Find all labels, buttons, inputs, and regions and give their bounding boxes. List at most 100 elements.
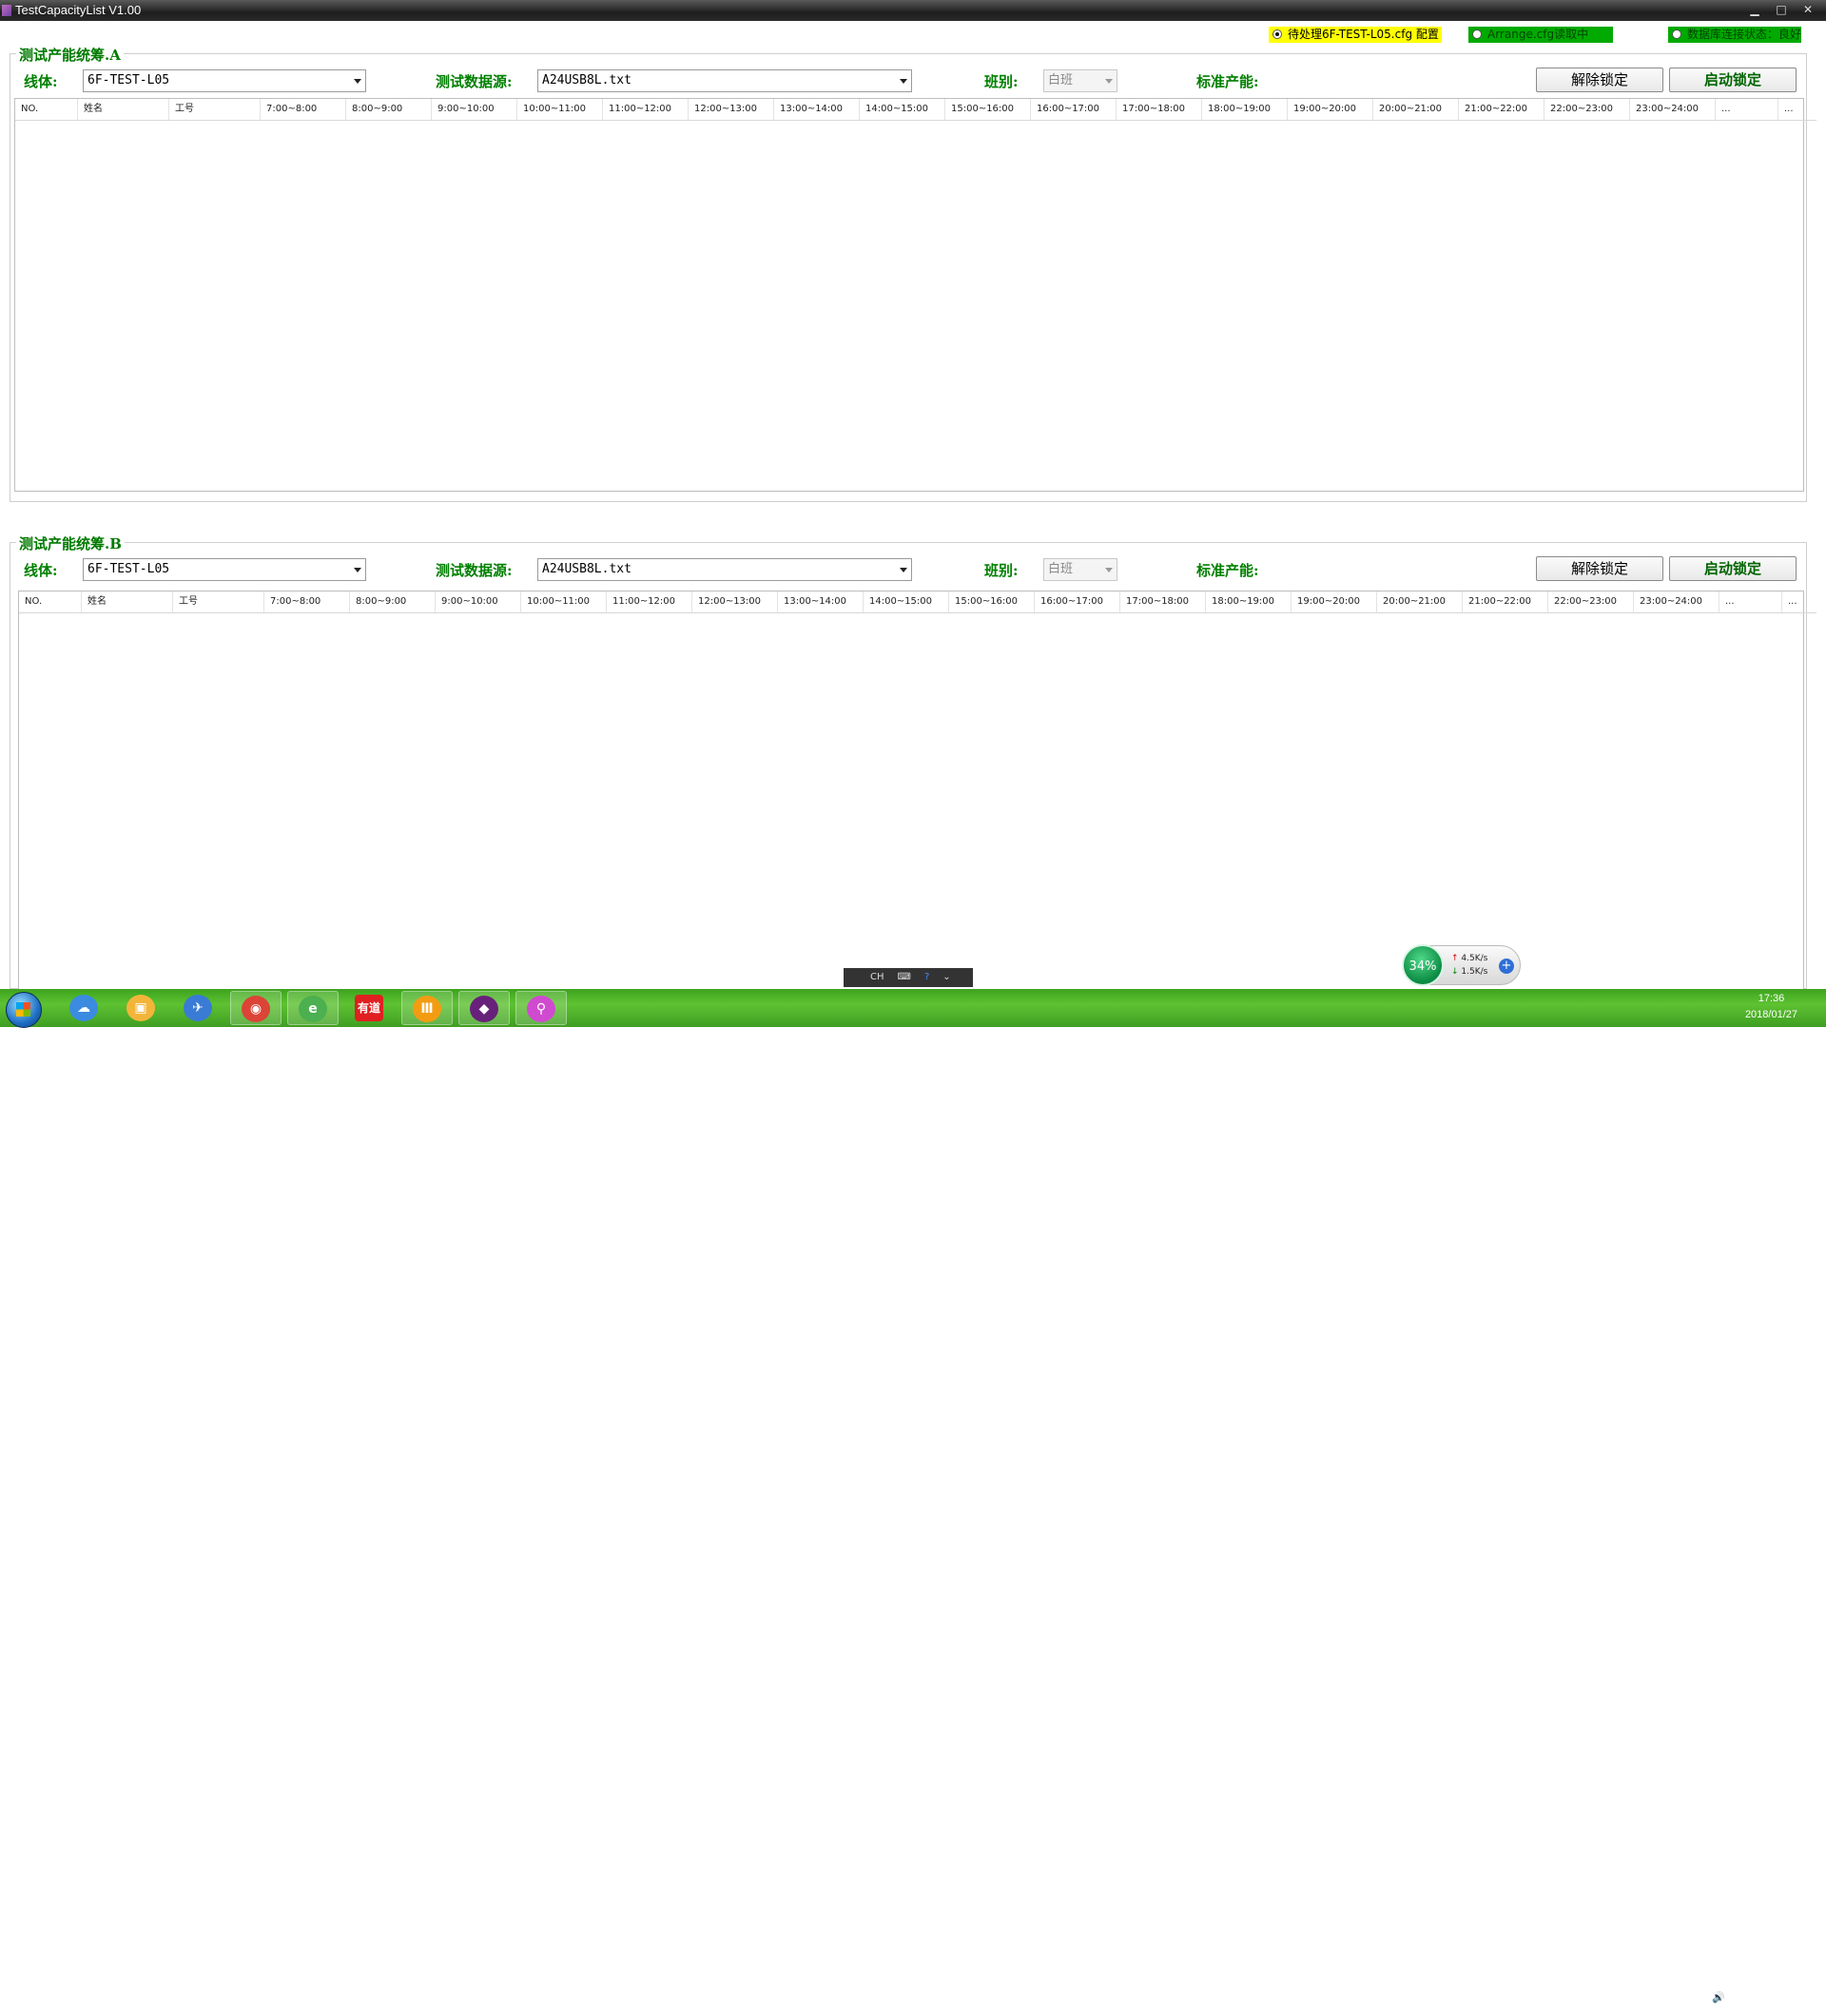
shift-select[interactable]: 白班 xyxy=(1043,69,1117,92)
column-header[interactable]: 21:00~22:00 xyxy=(1459,99,1544,120)
column-header[interactable]: 7:00~8:00 xyxy=(261,99,346,120)
column-header[interactable]: 10:00~11:00 xyxy=(517,99,603,120)
column-header[interactable]: 姓名 xyxy=(82,591,173,612)
column-header[interactable]: 9:00~10:00 xyxy=(432,99,517,120)
column-header[interactable]: ... xyxy=(1782,591,1816,612)
column-header[interactable]: 姓名 xyxy=(78,99,169,120)
capacity-table-a[interactable]: NO. 姓名 工号 7:00~8:00 8:00~9:00 9:00~10:00… xyxy=(14,98,1816,492)
column-header[interactable]: 13:00~14:00 xyxy=(778,591,864,612)
column-header[interactable]: 9:00~10:00 xyxy=(436,591,521,612)
panel-b: 测试产能统筹.B 线体: 6F-TEST-L05 测试数据源: A24USB8L… xyxy=(10,533,1816,990)
clock[interactable]: 17:36 2018/01/27 xyxy=(1745,991,1797,1023)
close-button[interactable]: ✕ xyxy=(1797,2,1818,17)
column-header[interactable]: 11:00~12:00 xyxy=(603,99,689,120)
radio-indicator-icon xyxy=(1272,29,1282,39)
column-header[interactable]: NO. xyxy=(19,591,82,612)
chevron-down-icon xyxy=(900,568,907,572)
capacity-table-b[interactable]: NO. 姓名 工号 7:00~8:00 8:00~9:00 9:00~10:00… xyxy=(18,591,1816,990)
taskbar-app[interactable]: ☁ xyxy=(59,991,110,1025)
chevron-down-icon xyxy=(1105,568,1113,572)
taskbar-app[interactable]: ⚲ xyxy=(515,991,567,1025)
tray-icon[interactable]: ▲ xyxy=(1529,1991,1543,2005)
column-header[interactable]: 15:00~16:00 xyxy=(949,591,1035,612)
column-header[interactable]: 17:00~18:00 xyxy=(1120,591,1206,612)
maximize-button[interactable]: □ xyxy=(1771,2,1792,17)
lock-button[interactable]: 启动锁定 xyxy=(1669,68,1797,92)
start-button[interactable] xyxy=(6,992,42,1028)
column-header[interactable]: 20:00~21:00 xyxy=(1373,99,1459,120)
column-header[interactable]: 16:00~17:00 xyxy=(1031,99,1117,120)
column-header[interactable]: 22:00~23:00 xyxy=(1544,99,1630,120)
column-header[interactable]: 16:00~17:00 xyxy=(1035,591,1120,612)
column-header[interactable]: 8:00~9:00 xyxy=(350,591,436,612)
column-header[interactable]: 12:00~13:00 xyxy=(692,591,778,612)
network-monitor-widget[interactable]: 34% 4.5K/s 1.5K/s + xyxy=(1402,944,1521,986)
unlock-button[interactable]: 解除锁定 xyxy=(1536,68,1663,92)
memory-usage-percent[interactable]: 34% xyxy=(1402,944,1444,986)
taskbar-app[interactable]: 有道 xyxy=(344,991,396,1025)
column-header[interactable]: 12:00~13:00 xyxy=(689,99,774,120)
system-tray: ▲ ● 🌡 ● ⛨ ▦ ★ ▭ 🔊 xyxy=(1512,1978,1826,2016)
column-header[interactable]: 23:00~24:00 xyxy=(1634,591,1719,612)
tray-icon[interactable]: ▭ xyxy=(1689,1991,1702,2005)
shift-select[interactable]: 白班 xyxy=(1043,558,1117,581)
tray-icon[interactable]: ● xyxy=(1552,1991,1565,2005)
column-header[interactable]: 23:00~24:00 xyxy=(1630,99,1716,120)
column-header[interactable]: 工号 xyxy=(169,99,261,120)
column-header[interactable]: 工号 xyxy=(173,591,264,612)
minimize-button[interactable]: ▁ xyxy=(1744,2,1765,17)
plus-icon[interactable]: + xyxy=(1499,959,1514,974)
status-arrange-label: Arrange.cfg读取中 xyxy=(1487,28,1589,41)
status-database-label: 数据库连接状态：良好 xyxy=(1687,28,1801,41)
taskbar-app[interactable]: e xyxy=(287,991,339,1025)
tray-icon[interactable]: 🌡 xyxy=(1575,1991,1588,2005)
unlock-button[interactable]: 解除锁定 xyxy=(1536,556,1663,581)
column-header[interactable]: 15:00~16:00 xyxy=(945,99,1031,120)
tray-icon[interactable]: ⛨ xyxy=(1621,1991,1634,2005)
column-header[interactable]: 19:00~20:00 xyxy=(1288,99,1373,120)
help-icon[interactable]: ? xyxy=(924,968,929,987)
column-header[interactable]: ... xyxy=(1719,591,1782,612)
column-header[interactable]: ... xyxy=(1716,99,1778,120)
source-select[interactable]: A24USB8L.txt xyxy=(537,69,912,92)
line-select[interactable]: 6F-TEST-L05 xyxy=(83,69,366,92)
tray-icon[interactable]: ▦ xyxy=(1643,1991,1657,2005)
tray-icon[interactable]: 🔊 xyxy=(1712,1991,1725,2005)
column-header[interactable]: 22:00~23:00 xyxy=(1548,591,1634,612)
column-header[interactable]: ... xyxy=(1778,99,1816,120)
shift-select-value: 白班 xyxy=(1048,73,1074,87)
column-header[interactable]: 17:00~18:00 xyxy=(1117,99,1202,120)
taskbar-app[interactable]: ◉ xyxy=(230,991,282,1025)
input-method-bar[interactable]: CH ⌨ ? ⌄ xyxy=(844,968,973,987)
line-select-value: 6F-TEST-L05 xyxy=(87,73,170,87)
lock-button[interactable]: 启动锁定 xyxy=(1669,556,1797,581)
column-header[interactable]: 14:00~15:00 xyxy=(864,591,949,612)
column-header[interactable]: 11:00~12:00 xyxy=(607,591,692,612)
ime-language-toggle[interactable]: CH xyxy=(870,968,884,987)
status-config: 待处理6F-TEST-L05.cfg 配置 xyxy=(1269,27,1442,43)
column-header[interactable]: 19:00~20:00 xyxy=(1292,591,1377,612)
column-header[interactable]: 8:00~9:00 xyxy=(346,99,432,120)
taskbar-app[interactable]: ✈ xyxy=(173,991,224,1025)
column-header[interactable]: 7:00~8:00 xyxy=(264,591,350,612)
taskbar-app[interactable]: ◆ xyxy=(458,991,510,1025)
panel-b-title: 测试产能统筹.B xyxy=(16,533,125,553)
column-header[interactable]: NO. xyxy=(15,99,78,120)
source-select[interactable]: A24USB8L.txt xyxy=(537,558,912,581)
line-select[interactable]: 6F-TEST-L05 xyxy=(83,558,366,581)
column-header[interactable]: 21:00~22:00 xyxy=(1463,591,1548,612)
tray-icon[interactable]: ★ xyxy=(1666,1991,1680,2005)
taskbar-app[interactable]: Ⅲ xyxy=(401,991,453,1025)
keyboard-icon[interactable]: ⌨ xyxy=(898,968,911,987)
column-header[interactable]: 20:00~21:00 xyxy=(1377,591,1463,612)
taskbar-app[interactable]: ▣ xyxy=(116,991,167,1025)
chevron-down-icon xyxy=(354,79,361,84)
column-header[interactable]: 18:00~19:00 xyxy=(1202,99,1288,120)
visual-studio-icon: ◆ xyxy=(470,996,498,1022)
column-header[interactable]: 18:00~19:00 xyxy=(1206,591,1292,612)
column-header[interactable]: 10:00~11:00 xyxy=(521,591,607,612)
column-header[interactable]: 13:00~14:00 xyxy=(774,99,860,120)
tray-icon[interactable]: ● xyxy=(1598,1991,1611,2005)
chevron-down-icon[interactable]: ⌄ xyxy=(942,968,950,987)
column-header[interactable]: 14:00~15:00 xyxy=(860,99,945,120)
